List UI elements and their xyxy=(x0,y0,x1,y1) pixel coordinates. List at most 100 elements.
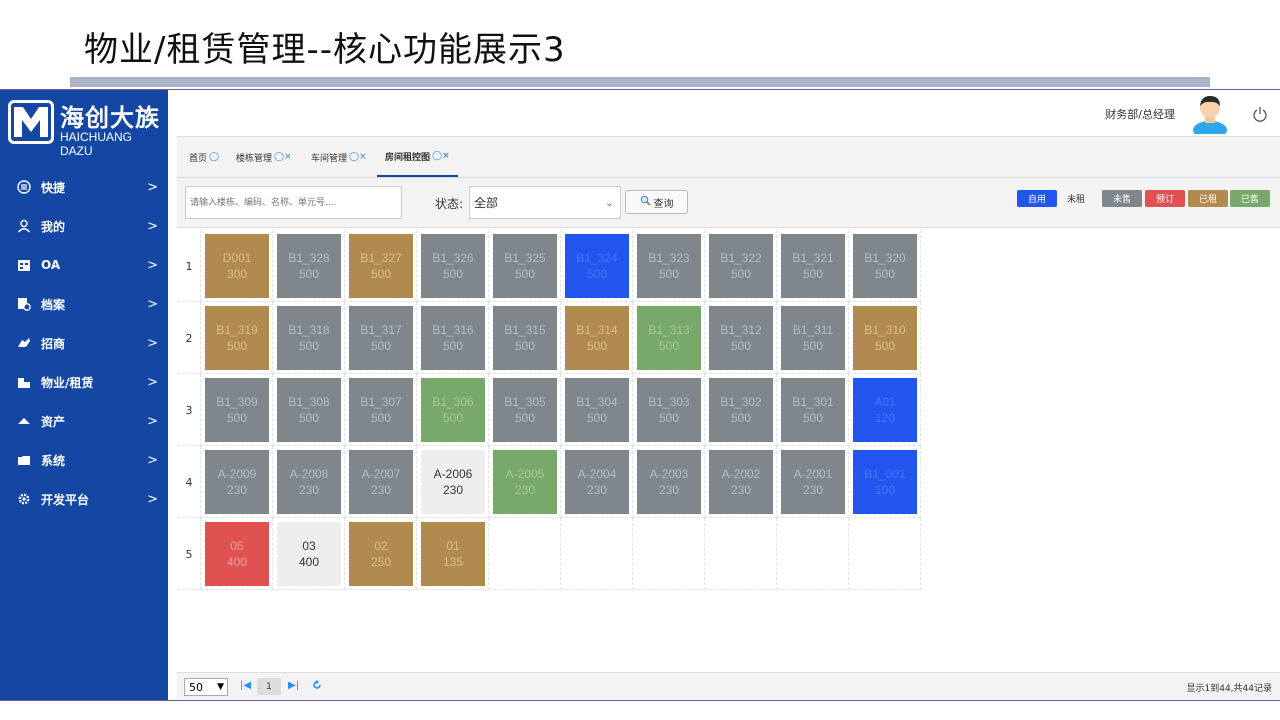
sidebar-item-6[interactable]: 资产 > xyxy=(0,404,168,438)
room-area: 500 xyxy=(658,267,680,281)
room-tile[interactable]: A-2009 230 xyxy=(205,450,269,514)
room-tile[interactable]: A-2007 230 xyxy=(349,450,413,514)
room-area: 500 xyxy=(298,411,320,425)
sidebar-item-label: 开发平台 xyxy=(41,492,90,507)
room-tile[interactable]: B1_311 500 xyxy=(781,306,845,370)
close-icon[interactable]: × xyxy=(284,152,292,162)
record-count-info: 显示1到44,共44记录 xyxy=(1186,684,1273,694)
legend-item-5: 已售 xyxy=(1230,190,1270,207)
room-tile[interactable]: A-2003 230 xyxy=(637,450,701,514)
room-tile[interactable]: A-2008 230 xyxy=(277,450,341,514)
first-page-icon[interactable]: |◀ xyxy=(240,680,251,691)
close-icon[interactable]: × xyxy=(359,152,367,162)
room-tile[interactable]: B1_322 500 xyxy=(709,234,773,298)
room-tile[interactable]: A-2004 230 xyxy=(565,450,629,514)
room-tile[interactable]: B1_327 500 xyxy=(349,234,413,298)
room-tile[interactable]: A-2002 230 xyxy=(709,450,773,514)
room-area: 500 xyxy=(586,267,608,281)
sidebar-item-2[interactable]: OA > xyxy=(0,248,168,282)
sidebar-item-5[interactable]: 物业/租赁 > xyxy=(0,365,168,399)
current-page-number[interactable]: 1 xyxy=(257,678,281,695)
room-tile[interactable]: B1_313 500 xyxy=(637,306,701,370)
query-button[interactable]: 查询 xyxy=(625,190,688,214)
search-input[interactable] xyxy=(185,186,402,219)
room-tile[interactable]: B1_323 500 xyxy=(637,234,701,298)
room-tile[interactable]: B1_308 500 xyxy=(277,378,341,442)
last-page-icon[interactable]: ▶| xyxy=(288,680,299,691)
room-tile[interactable]: A-2006 230 xyxy=(421,450,485,514)
room-tile[interactable]: 01 135 xyxy=(421,522,485,586)
room-tile[interactable]: B1_307 500 xyxy=(349,378,413,442)
close-icon[interactable]: × xyxy=(442,151,450,161)
room-tile[interactable]: B1_320 500 xyxy=(853,234,917,298)
room-tile[interactable]: B1_306 500 xyxy=(421,378,485,442)
room-tile[interactable]: B1_325 500 xyxy=(493,234,557,298)
sidebar-item-8[interactable]: 开发平台 > xyxy=(0,482,168,516)
tab-room-rental-map[interactable]: 房间租控图 ◯ × xyxy=(377,137,458,177)
sidebar-item-1[interactable]: 我的 > xyxy=(0,209,168,243)
room-tile[interactable]: B1_316 500 xyxy=(421,306,485,370)
refresh-circle-icon[interactable]: ◯ xyxy=(432,151,442,161)
grid-cell xyxy=(633,518,705,590)
room-tile[interactable]: B1_317 500 xyxy=(349,306,413,370)
room-tile[interactable]: B1_324 500 xyxy=(565,234,629,298)
sidebar-item-4[interactable]: 招商 > xyxy=(0,326,168,360)
status-select[interactable]: 全部 ⌄ xyxy=(469,186,621,219)
room-tile[interactable]: B1_315 500 xyxy=(493,306,557,370)
room-tile[interactable]: B1_310 500 xyxy=(853,306,917,370)
room-tile[interactable]: A-2005 230 xyxy=(493,450,557,514)
tab-building-management[interactable]: 楼栋管理 ◯ × xyxy=(236,137,292,177)
room-tile[interactable]: 05 400 xyxy=(205,522,269,586)
room-area: 230 xyxy=(730,483,752,497)
room-area: 500 xyxy=(874,339,896,353)
room-tile[interactable]: B1_318 500 xyxy=(277,306,341,370)
room-tile[interactable]: B1_328 500 xyxy=(277,234,341,298)
page-size-select[interactable]: 50 ▼ xyxy=(184,678,228,696)
room-area: 500 xyxy=(370,267,392,281)
filter-toolbar: 状态: 全部 ⌄ 查询 自用未租未售预订已租已售 xyxy=(177,178,1280,228)
power-icon[interactable] xyxy=(1252,106,1268,122)
room-code: B1_315 xyxy=(504,323,546,337)
room-tile[interactable]: B1_303 500 xyxy=(637,378,701,442)
room-tile[interactable]: B1_312 500 xyxy=(709,306,773,370)
chevron-down-icon: ⌄ xyxy=(604,196,614,209)
room-code: A-2005 xyxy=(505,467,545,481)
room-tile[interactable]: B1_309 500 xyxy=(205,378,269,442)
sidebar-item-3[interactable]: 档案 > xyxy=(0,287,168,321)
room-area: 250 xyxy=(370,555,392,569)
room-tile[interactable]: A01 120 xyxy=(853,378,917,442)
room-tile[interactable]: 02 250 xyxy=(349,522,413,586)
room-code: B1_310 xyxy=(864,323,906,337)
room-area: 500 xyxy=(298,339,320,353)
room-tile[interactable]: B1_321 500 xyxy=(781,234,845,298)
refresh-circle-icon[interactable]: ◯ xyxy=(274,152,284,162)
room-code: B1_323 xyxy=(648,251,690,265)
user-role-label[interactable]: 财务部/总经理 xyxy=(1105,106,1175,122)
room-area: 230 xyxy=(802,483,824,497)
refresh-circle-icon[interactable]: ◯ xyxy=(349,152,359,162)
user-avatar[interactable] xyxy=(1190,92,1230,139)
sidebar-item-0[interactable]: 快捷 > xyxy=(0,170,168,204)
brand-logo[interactable]: 海创大族 HAICHUANG DAZU xyxy=(8,98,164,158)
tab-home[interactable]: 首页 ◯ xyxy=(189,137,219,177)
sidebar-item-7[interactable]: 系统 > xyxy=(0,443,168,477)
room-tile[interactable]: B1_001 100 xyxy=(853,450,917,514)
room-tile[interactable]: D001 300 xyxy=(205,234,269,298)
room-tile[interactable]: B1_326 500 xyxy=(421,234,485,298)
room-tile[interactable]: B1_304 500 xyxy=(565,378,629,442)
room-tile[interactable]: B1_305 500 xyxy=(493,378,557,442)
room-tile[interactable]: 03 400 xyxy=(277,522,341,586)
room-tile[interactable]: B1_314 500 xyxy=(565,306,629,370)
brand-subtitle: HAICHUANG DAZU xyxy=(60,130,133,158)
room-tile[interactable]: B1_301 500 xyxy=(781,378,845,442)
room-area: 500 xyxy=(874,267,896,281)
room-area: 500 xyxy=(802,411,824,425)
room-tile[interactable]: B1_302 500 xyxy=(709,378,773,442)
tab-workshop-management[interactable]: 车间管理 ◯ × xyxy=(311,137,367,177)
status-label: 状态: xyxy=(435,197,464,211)
refresh-circle-icon[interactable]: ◯ xyxy=(209,152,219,162)
refresh-icon[interactable] xyxy=(312,680,322,693)
room-tile[interactable]: A-2001 230 xyxy=(781,450,845,514)
room-tile[interactable]: B1_319 500 xyxy=(205,306,269,370)
room-area: 230 xyxy=(226,483,248,497)
